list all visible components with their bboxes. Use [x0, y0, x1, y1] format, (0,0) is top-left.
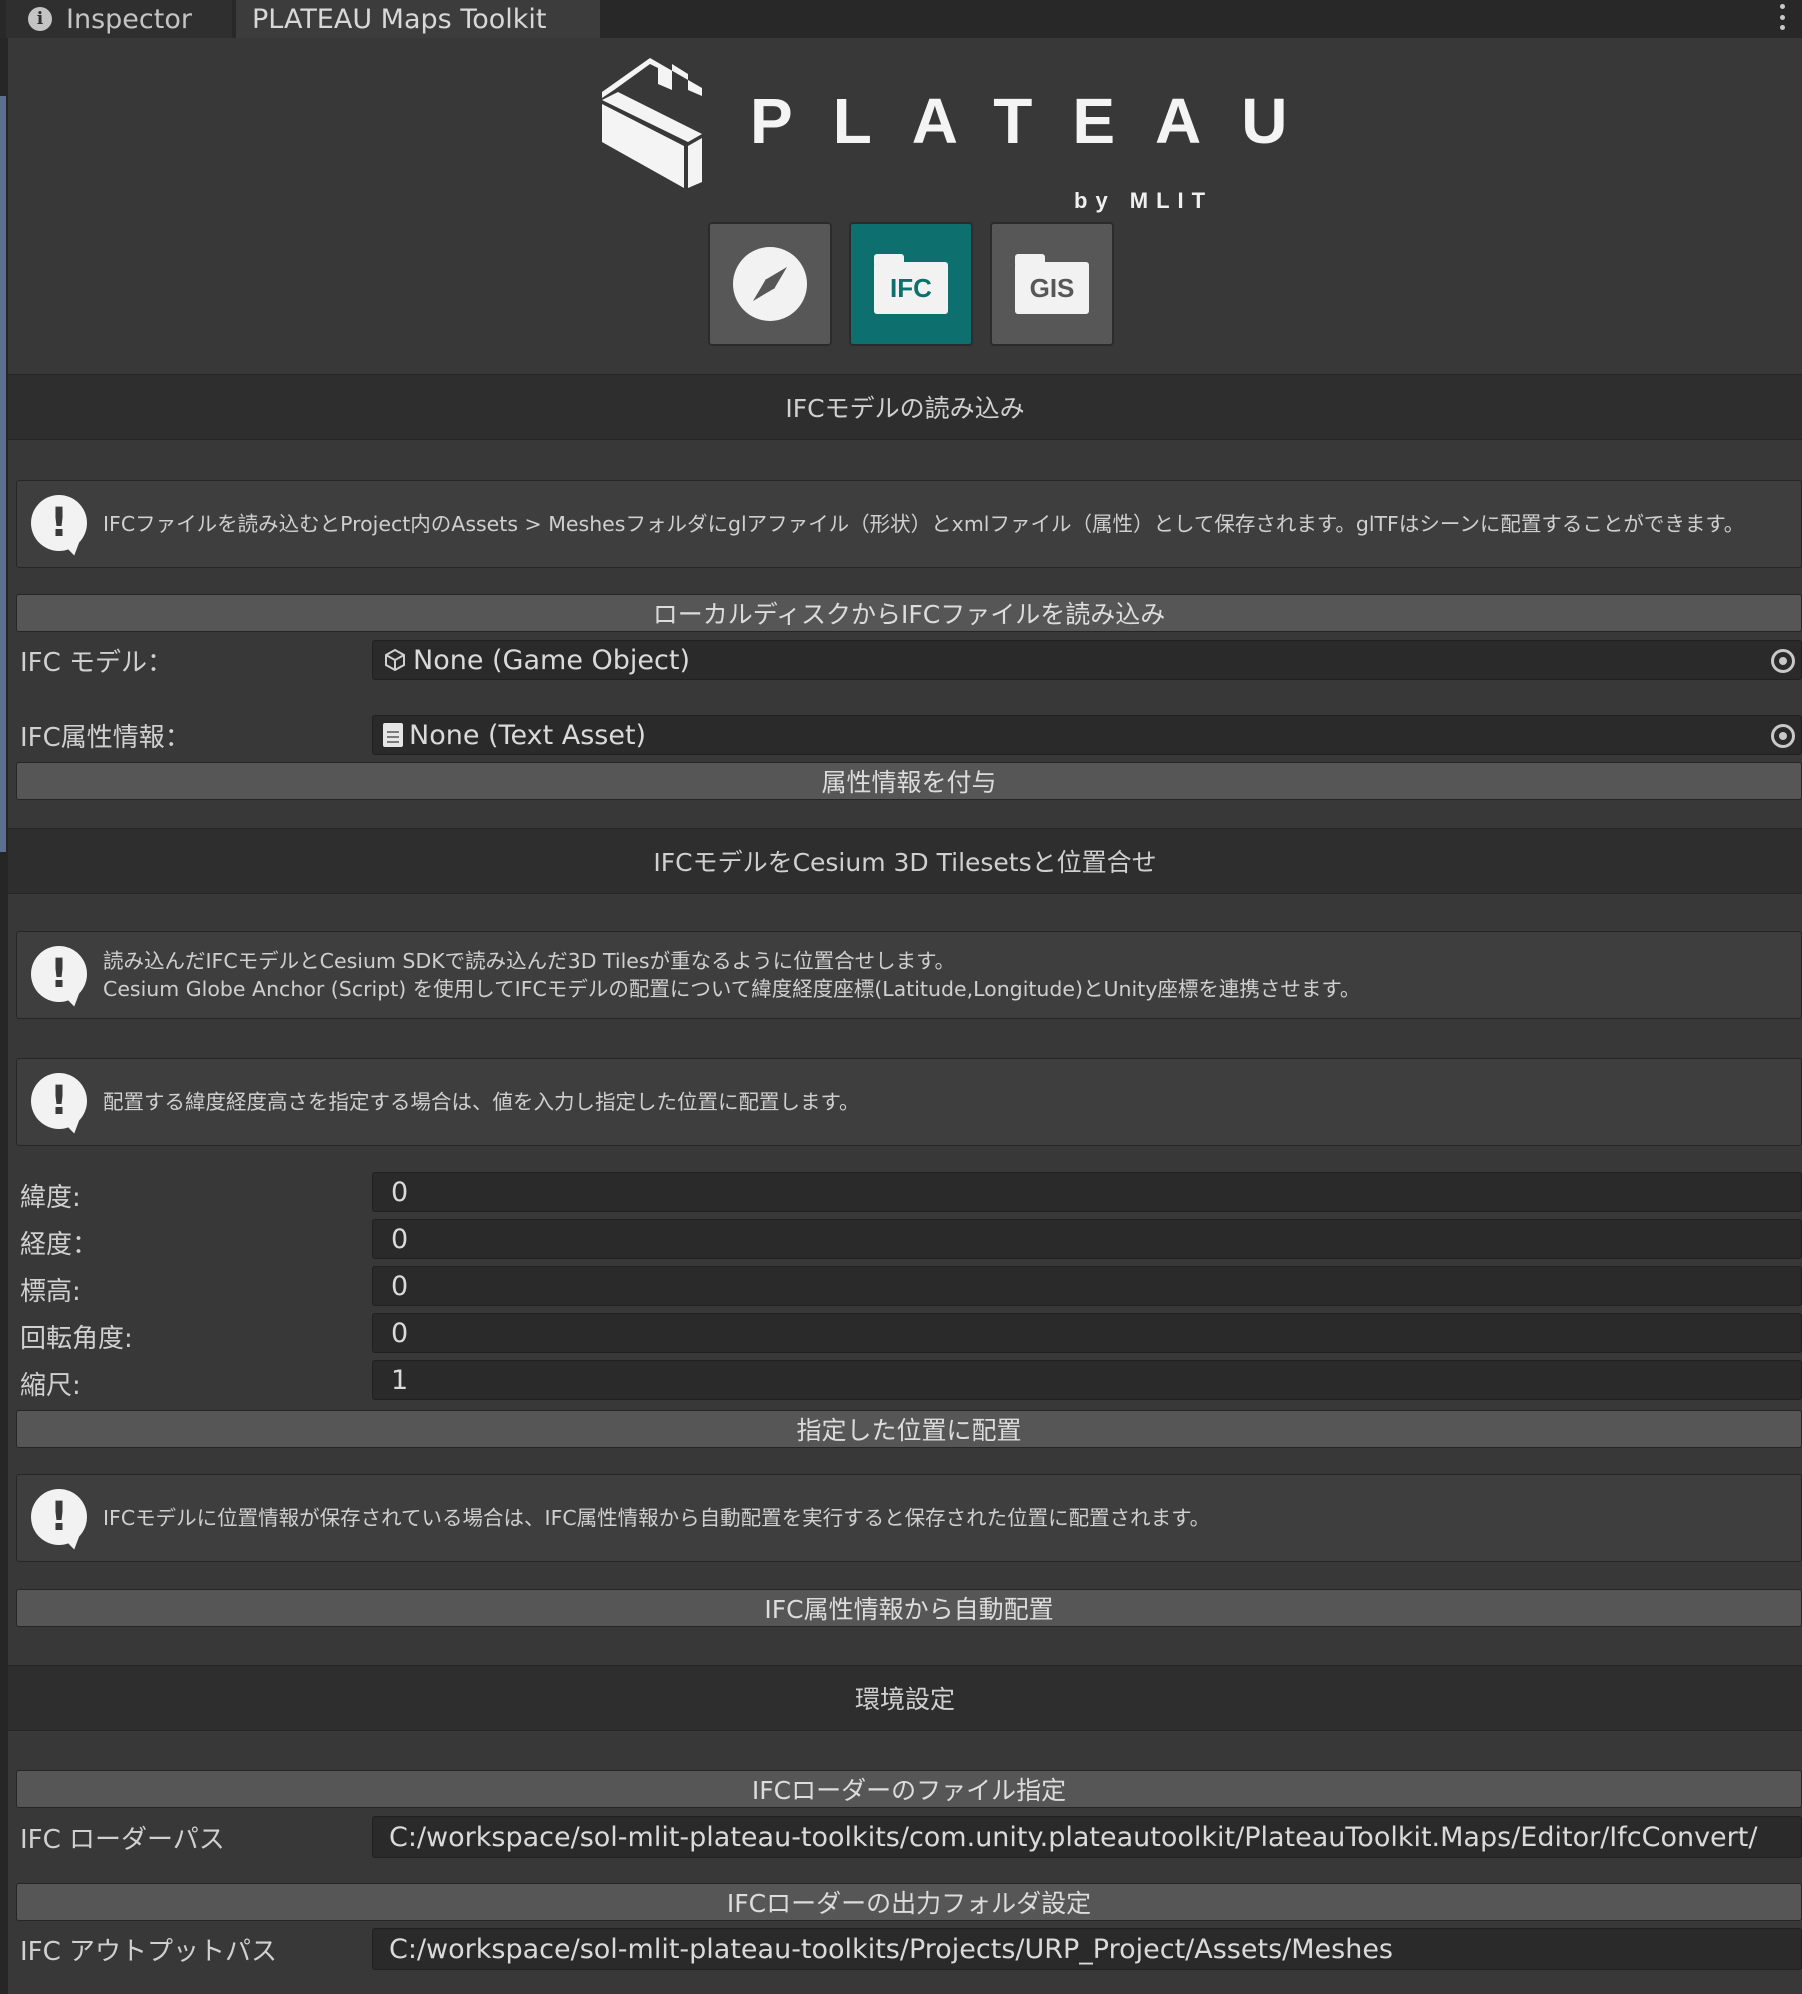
- compass-mode-button[interactable]: [708, 222, 832, 346]
- tab-plateau-maps-toolkit[interactable]: PLATEAU Maps Toolkit: [236, 0, 600, 38]
- warning-icon: !: [31, 1489, 90, 1553]
- help-text: IFCファイルを読み込むとProject内のAssets > Meshesフォル…: [103, 512, 1745, 536]
- altitude-label: 標高:: [20, 1277, 81, 1307]
- gis-mode-button[interactable]: GIS: [990, 222, 1114, 346]
- text-asset-icon: [383, 723, 403, 747]
- plateau-logo-text: PLATEAU: [750, 85, 1328, 157]
- place-at-position-button[interactable]: 指定した位置に配置: [16, 1410, 1802, 1448]
- help-box-ifc-load: ! IFCファイルを読み込むとProject内のAssets > Meshesフ…: [16, 480, 1802, 568]
- warning-icon: !: [31, 1073, 90, 1137]
- gis-folder-icon: GIS: [1015, 254, 1089, 314]
- ifc-mode-button[interactable]: IFC: [849, 222, 973, 346]
- object-picker-icon[interactable]: [1771, 649, 1795, 673]
- help-text: IFCモデルに位置情報が保存されている場合は、IFC属性情報から自動配置を実行す…: [103, 1506, 1211, 1530]
- more-options-icon[interactable]: [1780, 4, 1788, 30]
- ifc-loader-path-field[interactable]: C:/workspace/sol-mlit-plateau-toolkits/c…: [372, 1816, 1802, 1858]
- ifc-model-value: None (Game Object): [413, 644, 690, 676]
- toolkit-panel: PLATEAU by MLIT IFC GIS IFCモデルの読み込み ! IF…: [8, 38, 1802, 1994]
- auto-place-from-attributes-button[interactable]: IFC属性情報から自動配置: [16, 1589, 1802, 1627]
- rotation-input[interactable]: 0: [372, 1313, 1802, 1353]
- section-header-ifc-load: IFCモデルの読み込み: [8, 374, 1802, 440]
- latitude-input[interactable]: 0: [372, 1172, 1802, 1212]
- warning-icon: !: [31, 495, 90, 559]
- tab-inspector[interactable]: i Inspector: [6, 0, 232, 38]
- load-ifc-from-disk-button[interactable]: ローカルディスクからIFCファイルを読み込み: [16, 594, 1802, 632]
- ifc-output-folder-button[interactable]: IFCローダーの出力フォルダ設定: [16, 1883, 1802, 1921]
- ifc-output-path-field[interactable]: C:/workspace/sol-mlit-plateau-toolkits/P…: [372, 1928, 1802, 1970]
- scale-input[interactable]: 1: [372, 1360, 1802, 1400]
- ifc-attribute-value: None (Text Asset): [409, 719, 647, 751]
- plateau-logo-subtext: by MLIT: [1074, 188, 1214, 213]
- ifc-model-label: IFC モデル：: [20, 648, 174, 678]
- ifc-output-path-label: IFC アウトプットパス: [20, 1937, 278, 1967]
- scale-label: 縮尺:: [20, 1371, 81, 1401]
- window-tab-bar: i Inspector PLATEAU Maps Toolkit: [0, 0, 1802, 38]
- compass-icon: [733, 247, 807, 321]
- ifc-loader-file-button[interactable]: IFCローダーのファイル指定: [16, 1770, 1802, 1808]
- latitude-label: 緯度:: [20, 1183, 81, 1213]
- longitude-label: 経度：: [20, 1230, 99, 1260]
- section-header-cesium-align: IFCモデルをCesium 3D Tilesetsと位置合せ: [8, 828, 1802, 894]
- ifc-loader-path-label: IFC ローダーパス: [20, 1825, 225, 1855]
- plateau-logo-icon: [602, 58, 702, 188]
- ifc-attribute-field[interactable]: None (Text Asset): [372, 715, 1802, 755]
- help-box-cesium-align: ! 読み込んだIFCモデルとCesium SDKで読み込んだ3D Tilesが重…: [16, 931, 1802, 1019]
- help-box-manual-placement: ! 配置する緯度経度高さを指定する場合は、値を入力し指定した位置に配置します。: [16, 1058, 1802, 1146]
- help-box-auto-placement: ! IFCモデルに位置情報が保存されている場合は、IFC属性情報から自動配置を実…: [16, 1474, 1802, 1562]
- section-header-environment: 環境設定: [8, 1665, 1802, 1731]
- rotation-label: 回転角度:: [20, 1324, 133, 1354]
- help-text: 読み込んだIFCモデルとCesium SDKで読み込んだ3D Tilesが重なる…: [103, 949, 1361, 1001]
- longitude-input[interactable]: 0: [372, 1219, 1802, 1259]
- altitude-input[interactable]: 0: [372, 1266, 1802, 1306]
- ifc-folder-icon: IFC: [874, 254, 948, 314]
- tab-plateau-label: PLATEAU Maps Toolkit: [252, 3, 547, 35]
- info-icon: i: [28, 7, 52, 31]
- help-text: 配置する緯度経度高さを指定する場合は、値を入力し指定した位置に配置します。: [103, 1090, 860, 1114]
- warning-icon: !: [31, 946, 90, 1010]
- assign-attributes-button[interactable]: 属性情報を付与: [16, 762, 1802, 800]
- left-accent-bar: [0, 96, 6, 852]
- gameobject-cube-icon: [385, 648, 405, 672]
- tab-inspector-label: Inspector: [66, 3, 192, 35]
- ifc-model-field[interactable]: None (Game Object): [372, 640, 1802, 680]
- ifc-attribute-label: IFC属性情報：: [20, 723, 191, 753]
- object-picker-icon[interactable]: [1771, 724, 1795, 748]
